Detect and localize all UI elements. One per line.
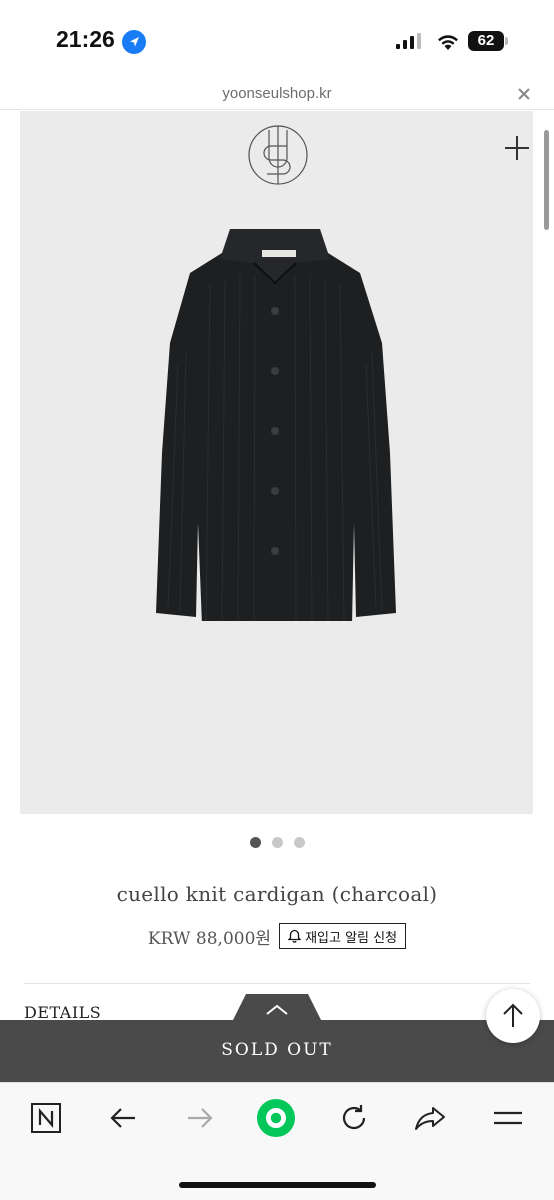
green-home-icon[interactable] xyxy=(256,1098,296,1138)
status-time: 21:26 xyxy=(56,26,115,52)
forward-arrow-icon[interactable] xyxy=(180,1098,220,1138)
page-scrollbar[interactable] xyxy=(544,130,549,230)
browser-toolbar xyxy=(0,1082,554,1154)
home-indicator[interactable] xyxy=(179,1182,376,1188)
price-row: KRW 88,000원 재입고 알림 신청 xyxy=(0,922,554,950)
chevron-up-icon[interactable] xyxy=(232,994,322,1022)
wifi-icon xyxy=(438,35,458,50)
restock-alert-button[interactable]: 재입고 알림 신청 xyxy=(279,923,407,949)
carousel-dot-3[interactable] xyxy=(293,837,305,848)
product-price: KRW 88,000원 xyxy=(147,928,272,949)
back-arrow-icon[interactable] xyxy=(103,1098,143,1138)
bell-icon xyxy=(288,929,302,943)
signal-icon xyxy=(396,33,421,49)
carousel-indicator xyxy=(0,837,554,849)
status-bar: 21:26 62 xyxy=(0,0,554,80)
cardigan-image xyxy=(156,229,396,621)
url-bar[interactable]: yoonseulshop.kr xyxy=(0,80,554,110)
soldout-label: SOLD OUT xyxy=(221,1040,333,1060)
arrow-up-icon xyxy=(503,1003,523,1027)
home-indicator-area xyxy=(0,1154,554,1200)
scroll-top-button[interactable] xyxy=(486,989,540,1043)
divider xyxy=(24,983,530,984)
location-arrow-icon xyxy=(122,30,146,54)
carousel-dot-2[interactable] xyxy=(271,837,283,848)
close-icon[interactable] xyxy=(514,84,534,104)
product-title: cuello knit cardigan (charcoal) xyxy=(116,882,438,906)
naver-n-icon[interactable] xyxy=(26,1098,66,1138)
carousel-dot-1[interactable] xyxy=(249,837,261,848)
battery-level: 62 xyxy=(468,31,504,51)
restock-alert-label: 재입고 알림 신청 xyxy=(305,930,398,946)
refresh-icon[interactable] xyxy=(334,1098,374,1138)
product-image[interactable] xyxy=(20,111,533,814)
share-icon[interactable] xyxy=(410,1098,450,1138)
plus-icon[interactable] xyxy=(502,133,532,163)
brand-logo-icon[interactable] xyxy=(247,124,309,186)
battery-icon: 62 xyxy=(468,31,510,51)
url-text[interactable]: yoonseulshop.kr xyxy=(0,85,554,102)
soldout-bar[interactable]: SOLD OUT xyxy=(0,1020,554,1082)
menu-icon[interactable] xyxy=(488,1098,528,1138)
